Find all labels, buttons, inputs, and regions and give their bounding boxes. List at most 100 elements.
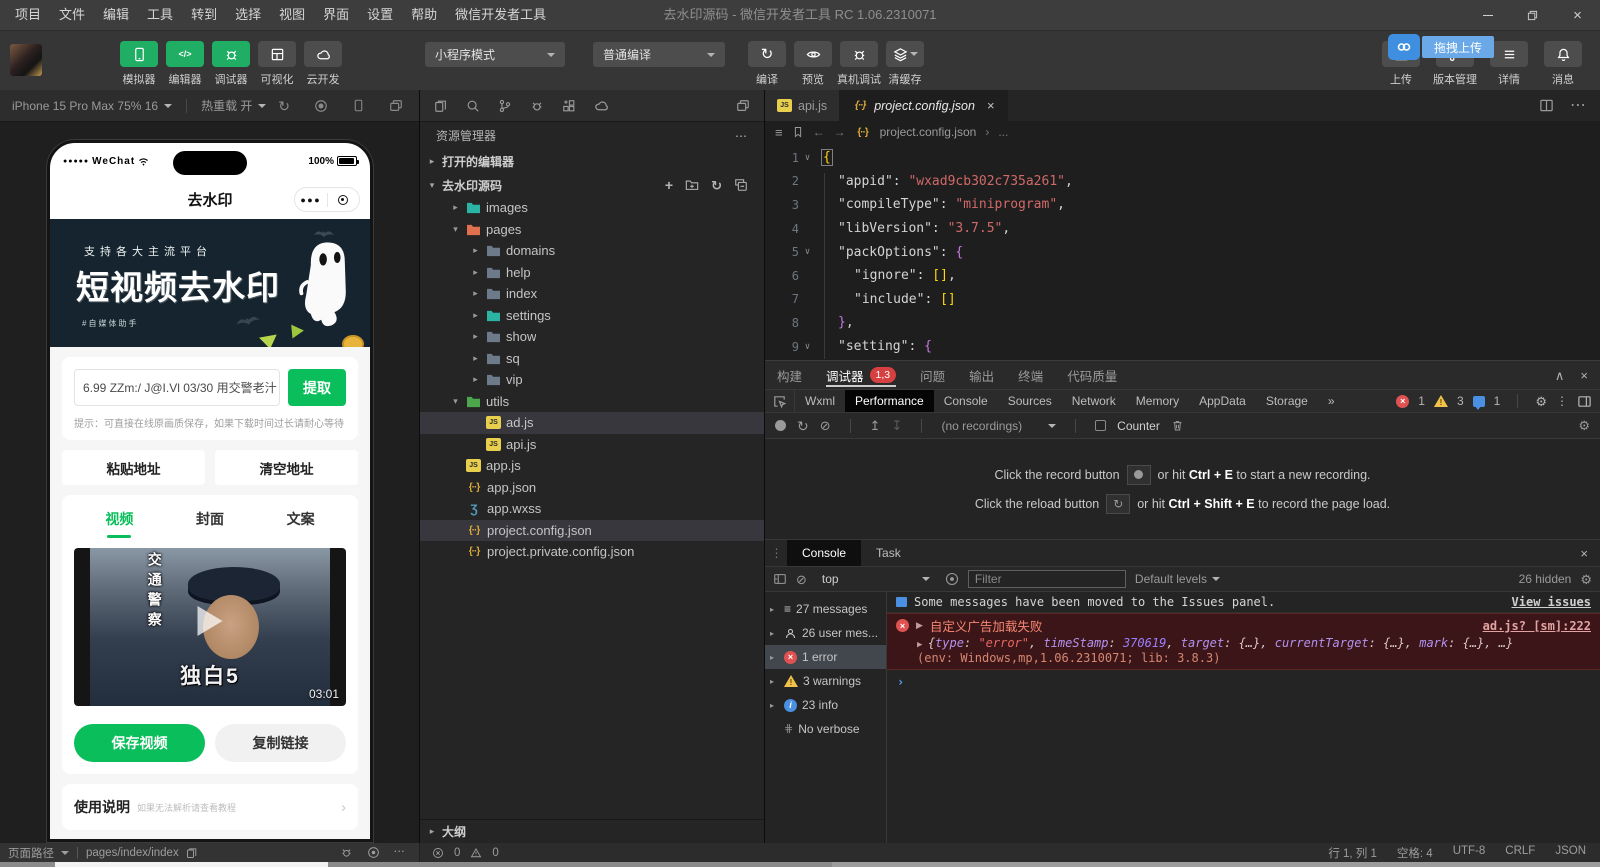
save-video-button[interactable]: 保存视频 [74,724,205,762]
menu-item[interactable]: 视图 [270,0,314,30]
counter-checkbox[interactable] [1095,420,1106,431]
record-button-small[interactable] [1127,465,1151,485]
toolbar-button[interactable]: 调试器 [208,41,254,87]
video-url-input[interactable]: 6.99 ZZm:/ J@I.Vl 03/30 用交警老汁 [74,369,280,406]
avatar[interactable] [10,44,42,76]
record-icon[interactable] [314,99,328,113]
back-icon[interactable]: ← [813,125,825,139]
cursor-position[interactable]: 行 1, 列 1 [1328,845,1377,861]
filter-input[interactable] [968,570,1126,588]
eol-setting[interactable]: CRLF [1505,845,1535,861]
close-console-icon[interactable]: × [1580,546,1588,561]
search-icon[interactable] [466,99,480,113]
tree-item[interactable]: {··}app.json [420,477,764,499]
compile-mode-dropdown[interactable]: 小程序模式 [425,42,565,67]
panel-tab[interactable]: 调试器1,3 [826,361,896,389]
menu-item[interactable]: 转到 [182,0,226,30]
problems-summary[interactable]: 0 0 [420,847,511,859]
bug-icon[interactable] [340,846,353,859]
devtools-tab[interactable]: Wxml [795,390,845,412]
tree-item[interactable]: ▸show [420,326,764,348]
result-tab-item[interactable]: 封面 [165,509,256,538]
tree-item[interactable]: ▸sq [420,348,764,370]
git-branch-icon[interactable] [498,99,512,113]
toolbar-button[interactable]: 清缓存 [882,41,928,87]
device-selector[interactable]: iPhone 15 Pro Max 75% 16 [12,99,158,113]
usage-card[interactable]: 使用说明 如果无法解析请查看教程 › [62,784,358,830]
devtools-tab[interactable]: Console [934,390,998,412]
import-icon[interactable]: ↥ [870,419,881,432]
devtools-tab[interactable]: Sources [998,390,1062,412]
kebab-menu-icon[interactable]: ⋮ [1556,395,1568,407]
panel-tab[interactable]: 问题 [920,361,945,389]
new-file-icon[interactable]: + [665,178,673,192]
devtools-tab[interactable]: Network [1062,390,1126,412]
cloud-icon[interactable] [594,98,609,113]
tree-item[interactable]: ▾pages [420,219,764,241]
console-filter-row[interactable]: ▸26 user mes... [765,621,886,645]
tree-item[interactable]: Ʒapp.wxss [420,498,764,520]
toolbar-button[interactable]: 模拟器 [116,41,162,87]
tree-item[interactable]: JSapp.js [420,455,764,477]
new-folder-icon[interactable] [685,178,699,192]
breadcrumb-more[interactable]: ... [998,125,1008,139]
tree-item[interactable]: JSapi.js [420,434,764,456]
page-path-label[interactable]: 页面路径 [8,845,54,861]
bookmark-icon[interactable] [792,126,804,138]
console-filter-row[interactable]: ▸i23 info [765,693,886,717]
collapse-panel-icon[interactable]: ∧ [1555,369,1565,382]
panel-tab[interactable]: 构建 [777,361,802,389]
menu-item[interactable]: 工具 [138,0,182,30]
fold-icon[interactable]: ∨ [799,247,816,257]
toolbar-button[interactable]: 消息 [1536,41,1590,87]
split-panel-icon[interactable] [736,99,750,113]
tree-item[interactable]: JSad.js [420,412,764,434]
sidebar-toggle-icon[interactable] [773,572,787,586]
gear-icon[interactable]: ⚙ [1578,419,1590,432]
tree-item[interactable]: ▸vip [420,369,764,391]
console-filter-row[interactable]: ▸!3 warnings [765,669,886,693]
toolbar-button[interactable]: 云开发 [300,41,346,87]
fold-icon[interactable]: ∨ [799,342,816,352]
tree-item[interactable]: ▾utils [420,391,764,413]
toolbar-button[interactable]: 真机调试 [836,41,882,87]
extensions-icon[interactable] [562,99,576,113]
more-icon[interactable]: ⋯ [1570,98,1586,114]
toolbar-button[interactable]: 预览 [790,41,836,87]
files-icon[interactable] [434,99,448,113]
hot-reload-toggle[interactable]: 热重载 开 [201,97,252,114]
gear-icon[interactable]: ⚙ [1535,395,1547,408]
play-icon[interactable] [198,606,223,636]
drag-handle-icon[interactable]: ⋮ [765,540,787,566]
outline-list-icon[interactable]: ≡ [775,126,783,139]
minimize-button[interactable] [1465,0,1510,30]
menu-item[interactable]: 界面 [314,0,358,30]
horizontal-scrollbar[interactable] [0,862,1600,867]
expand-arrow-icon[interactable]: ▶ [917,640,928,650]
devtools-tab[interactable]: Performance [845,390,934,412]
menu-item[interactable]: 微信开发者工具 [446,0,555,30]
console-filter-row[interactable]: ⋕No verbose [765,717,886,741]
indent-setting[interactable]: 空格: 4 [1397,845,1433,861]
maximize-button[interactable] [1510,0,1555,30]
menu-item[interactable]: 项目 [6,0,50,30]
refresh-icon[interactable]: ↻ [711,179,722,192]
breadcrumb-file[interactable]: project.config.json [880,125,977,139]
toolbar-button[interactable]: </>编辑器 [162,41,208,87]
multi-window-icon[interactable] [389,99,403,113]
copy-icon[interactable] [186,847,198,859]
encoding[interactable]: UTF-8 [1453,845,1486,861]
phone-frame-icon[interactable] [352,99,365,113]
more-icon[interactable]: ⋯ [394,847,406,859]
clear-icon[interactable]: ⊘ [820,419,831,432]
console-prompt[interactable]: › [887,670,1600,694]
fold-icon[interactable]: ∨ [799,153,816,163]
outline-section[interactable]: ▸ 大纲 [420,819,764,843]
panel-tab[interactable]: 代码质量 [1067,361,1117,389]
tree-item[interactable]: ▸index [420,283,764,305]
language-mode[interactable]: JSON [1555,845,1586,861]
menu-item[interactable]: 文件 [50,0,94,30]
toolbar-button[interactable]: 可视化 [254,41,300,87]
menu-item[interactable]: 编辑 [94,0,138,30]
menu-item[interactable]: 选择 [226,0,270,30]
